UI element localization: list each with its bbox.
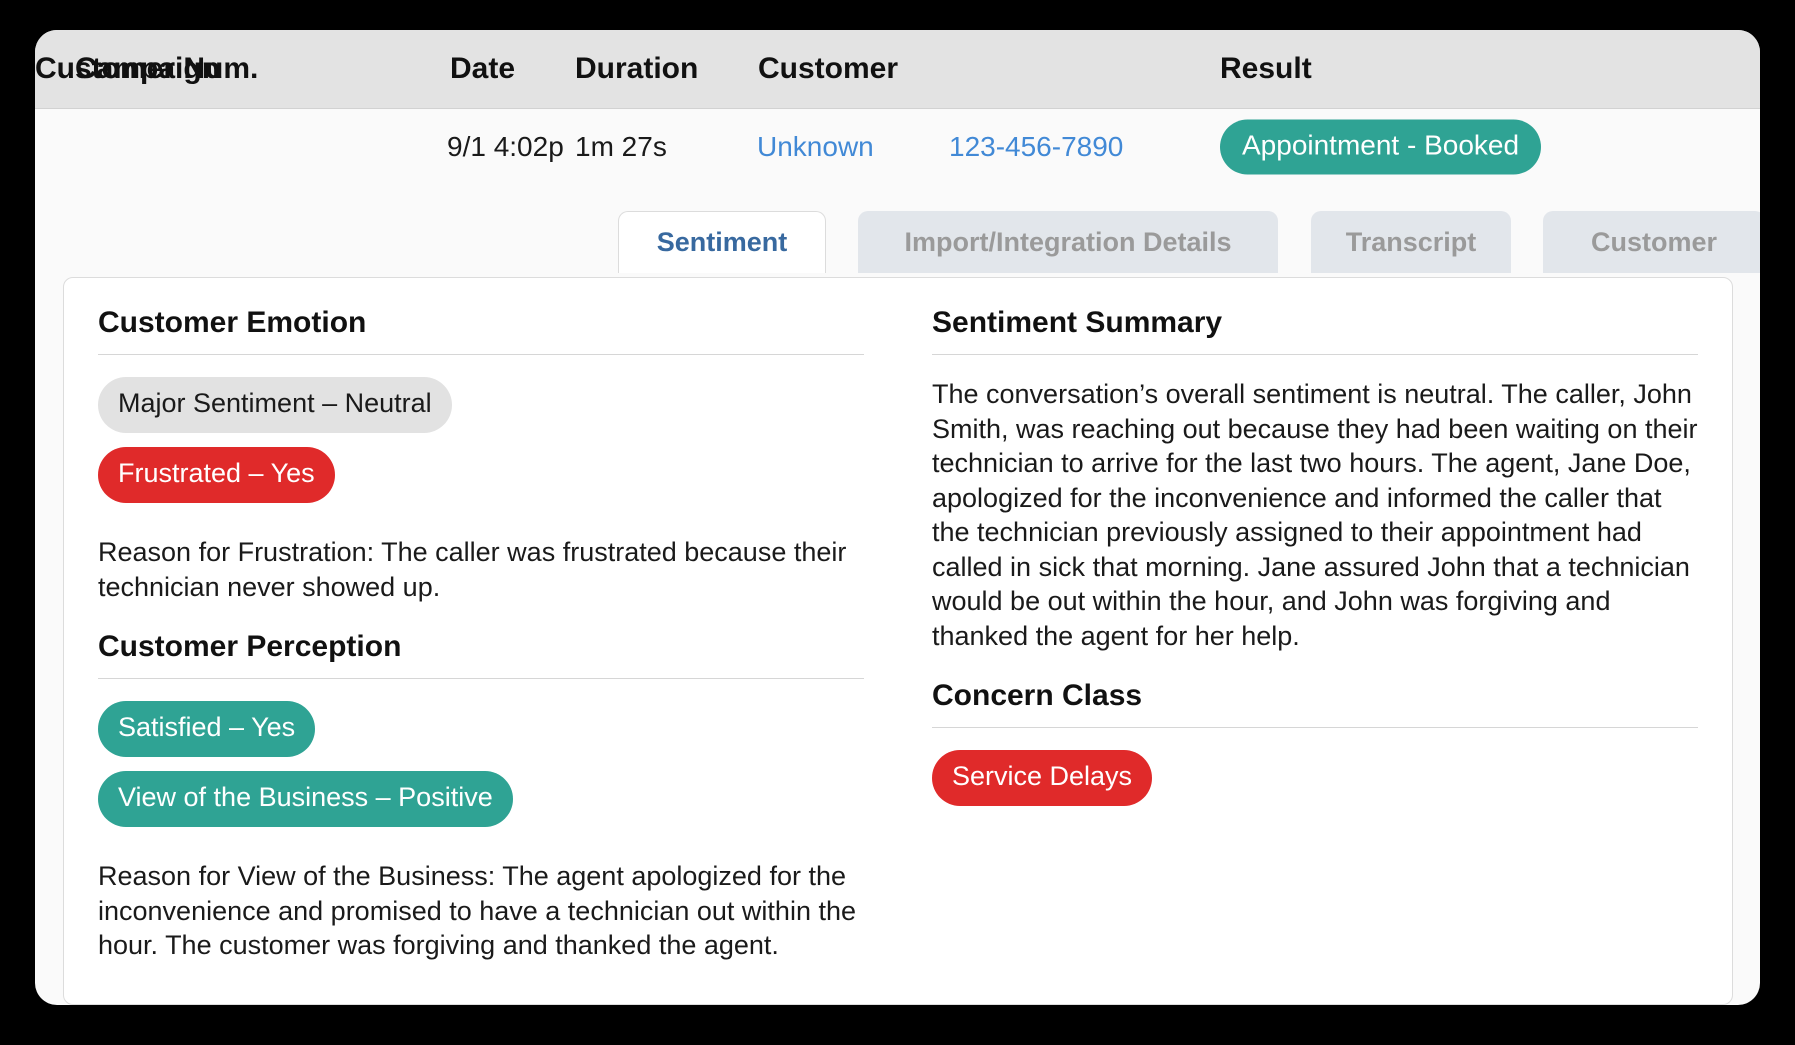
column-header-duration[interactable]: Duration [575, 52, 698, 86]
view-of-business-reason-text: Reason for View of the Business: The age… [98, 861, 856, 961]
tab-import-integration-details[interactable]: Import/Integration Details [858, 211, 1278, 273]
cell-customer-number-link[interactable]: 123-456-7890 [949, 131, 1123, 163]
divider [932, 727, 1698, 729]
sentiment-right-column: Sentiment Summary The conversation’s ove… [898, 278, 1732, 1004]
tab-transcript[interactable]: Transcript [1311, 211, 1511, 273]
sentiment-left-column: Customer Emotion Major Sentiment – Neutr… [64, 278, 898, 1004]
cell-date: 9/1 4:02p [447, 130, 564, 162]
frustration-reason-text: Reason for Frustration: The caller was f… [98, 537, 847, 602]
sentiment-panel: Customer Emotion Major Sentiment – Neutr… [63, 277, 1733, 1005]
table-row[interactable]: 9/1 4:02p 1m 27s Unknown 123-456-7890 Ap… [35, 109, 1760, 184]
call-detail-card: Campaign Date Duration Customer Customer… [35, 30, 1760, 1005]
column-header-customer-num[interactable]: Customer Num. [35, 52, 258, 86]
concern-class-badge-row: Service Delays [932, 750, 1698, 807]
table-header-row: Campaign Date Duration Customer Customer… [35, 30, 1760, 109]
frustrated-badge-row: Frustrated – Yes [98, 447, 864, 503]
divider [98, 678, 864, 680]
view-of-business-badge-row: View of the Business – Positive [98, 771, 864, 828]
divider [932, 354, 1698, 355]
frustrated-badge: Frustrated – Yes [98, 447, 335, 503]
view-of-business-badge: View of the Business – Positive [98, 771, 513, 828]
concern-class-badge: Service Delays [932, 750, 1153, 807]
customer-perception-heading: Customer Perception [98, 630, 402, 664]
column-header-result[interactable]: Result [1220, 52, 1312, 86]
status-badge-result: Appointment - Booked [1220, 119, 1542, 174]
cell-duration: 1m 27s [575, 130, 667, 162]
tab-sentiment[interactable]: Sentiment [618, 211, 826, 273]
sentiment-summary-heading: Sentiment Summary [932, 306, 1223, 339]
cell-result: Appointment - Booked [1220, 119, 1542, 174]
sentiment-summary-text: The conversation’s overall sentiment is … [932, 379, 1698, 651]
major-sentiment-badge: Major Sentiment – Neutral [98, 377, 452, 433]
concern-class-heading: Concern Class [932, 679, 1143, 713]
major-sentiment-badge-row: Major Sentiment – Neutral [98, 377, 864, 433]
satisfied-badge: Satisfied – Yes [98, 701, 316, 758]
tab-customer[interactable]: Customer [1543, 211, 1760, 273]
column-header-date[interactable]: Date [450, 52, 515, 86]
satisfied-badge-row: Satisfied – Yes [98, 701, 864, 758]
tab-bar: Sentiment Import/Integration Details Tra… [35, 183, 1760, 273]
customer-emotion-heading: Customer Emotion [98, 306, 367, 339]
divider [98, 354, 864, 355]
column-header-customer[interactable]: Customer [758, 52, 898, 86]
cell-customer-link[interactable]: Unknown [757, 131, 874, 163]
